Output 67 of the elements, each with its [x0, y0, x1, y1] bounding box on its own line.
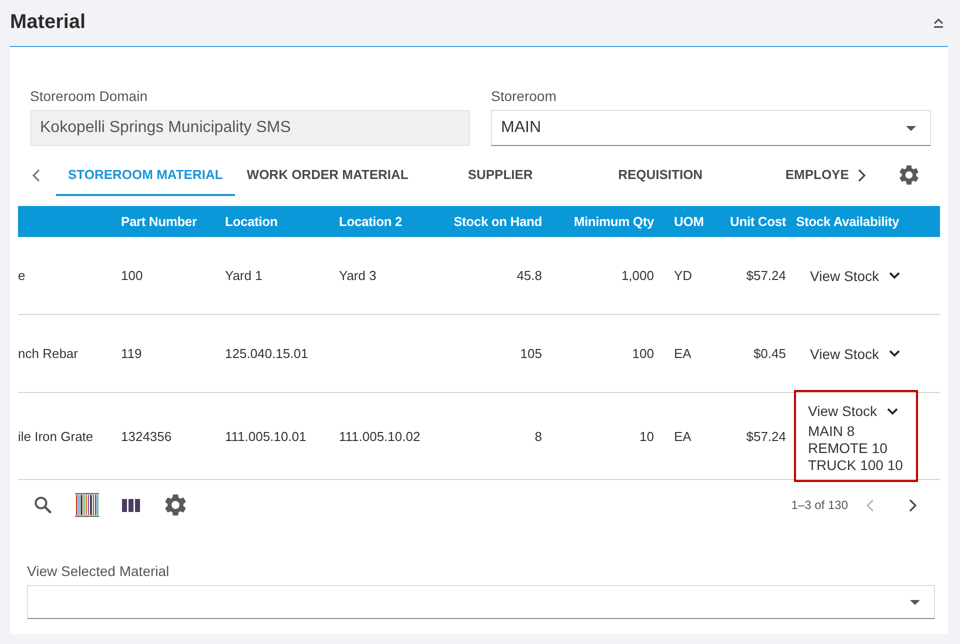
column-header[interactable]: Stock on Hand: [454, 214, 542, 229]
stock-location-text: REMOTE 10: [808, 440, 888, 457]
chevron-left-icon: [866, 498, 874, 512]
chevron-right-icon: [909, 498, 917, 512]
table-cell: 1,000: [621, 268, 654, 283]
readonly-field: Kokopelli Springs Municipality SMS: [30, 110, 470, 146]
view-stock-button[interactable]: View Stock: [808, 401, 898, 421]
settings-icon[interactable]: [899, 165, 919, 185]
column-header[interactable]: UOM: [674, 214, 704, 229]
tab[interactable]: STOREROOM MATERIAL: [56, 154, 235, 196]
column-header[interactable]: Unit Cost: [730, 214, 786, 229]
table-cell: $57.24: [746, 268, 786, 283]
stock-location-text: TRUCK 100 10: [808, 457, 903, 474]
view-stock-button[interactable]: View Stock: [810, 266, 900, 286]
table-cell: 111.005.10.01: [225, 428, 306, 444]
column-header[interactable]: Part Number: [121, 214, 197, 229]
table-cell: $0.45: [753, 346, 786, 361]
field-label: View Selected Material: [27, 563, 170, 579]
table-cell: 45.8: [516, 268, 542, 283]
view-stock-button[interactable]: View Stock: [810, 344, 900, 364]
barcode-icon: [75, 493, 99, 517]
chevron-right-icon: [858, 168, 866, 182]
table-cell: 125.040.15.01: [225, 346, 308, 361]
table-cell: ile Iron Grate: [18, 428, 94, 444]
table-cell: 1324356: [121, 428, 172, 444]
chevron-left-icon: [32, 168, 40, 182]
chevron-up-icon[interactable]: [933, 18, 944, 28]
table-cell: 10: [640, 428, 654, 444]
search-icon: [34, 496, 52, 514]
barcode-button[interactable]: [75, 493, 99, 517]
table-cell: 100: [121, 268, 143, 283]
table-cell: Yard 1: [225, 268, 262, 283]
table-cell: 111.005.10.02: [339, 428, 420, 444]
table-cell: YD: [674, 268, 692, 283]
columns-icon: [122, 498, 140, 512]
table-cell: 8: [534, 428, 542, 444]
tab[interactable]: WORK ORDER MATERIAL: [234, 154, 420, 196]
table-cell: nch Rebar: [18, 346, 78, 361]
column-header[interactable]: Location 2: [339, 214, 402, 229]
tab[interactable]: REQUISITION: [580, 154, 740, 196]
column-header[interactable]: Stock Availability: [796, 214, 900, 229]
dropdown-field[interactable]: [27, 585, 935, 619]
tab[interactable]: EMPLOYE: [740, 154, 852, 196]
table-cell: EA: [674, 428, 692, 444]
pagination-range: 1–3 of 130: [791, 498, 848, 512]
table-cell: e: [18, 268, 26, 283]
table-cell: 105: [520, 346, 542, 361]
dropdown-field[interactable]: MAIN: [491, 110, 931, 146]
table-cell: EA: [674, 346, 692, 361]
table-cell: 119: [121, 346, 142, 361]
column-header[interactable]: Location: [225, 214, 278, 229]
settings-icon: [164, 494, 186, 516]
table-cell: Yard 3: [339, 268, 376, 283]
settings-button[interactable]: [163, 493, 187, 517]
field-label: Storeroom: [491, 88, 556, 104]
chevron-down-icon: [889, 350, 900, 357]
table-cell: 100: [632, 346, 654, 361]
column-header[interactable]: Minimum Qty: [574, 214, 654, 229]
dropdown-caret-icon: [910, 600, 920, 604]
stock-location-text: MAIN 8: [808, 423, 855, 440]
chevron-down-icon: [887, 408, 898, 414]
dropdown-caret-icon: [906, 126, 916, 130]
tab[interactable]: SUPPLIER: [420, 154, 580, 196]
chevron-down-icon: [889, 272, 900, 279]
field-label: Storeroom Domain: [30, 88, 148, 104]
section-title: Material: [10, 11, 86, 34]
table-cell: $57.24: [746, 428, 786, 444]
